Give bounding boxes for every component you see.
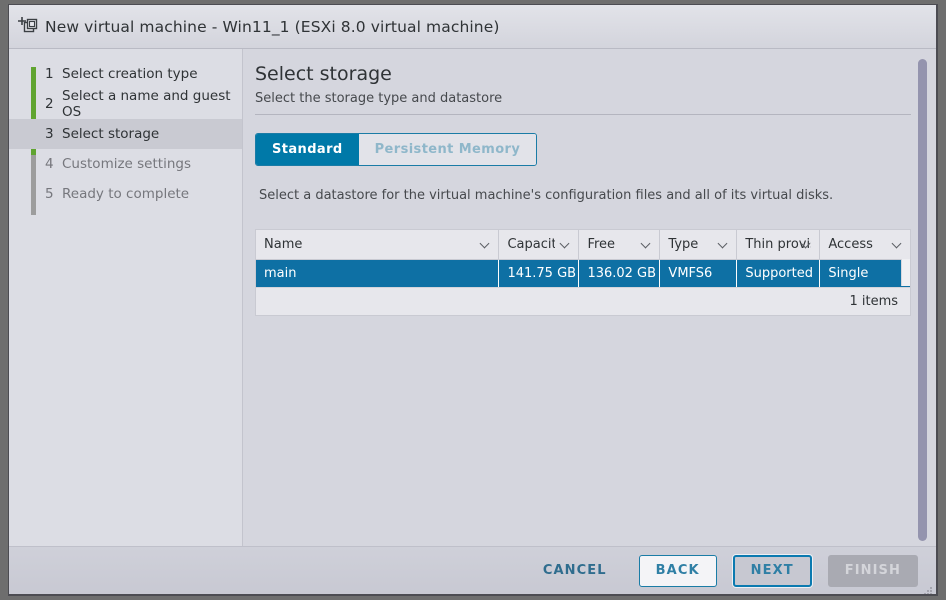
table-vertical-scrollbar[interactable] [901,259,910,286]
cancel-button[interactable]: CANCEL [527,555,623,587]
step-label: Customize settings [62,156,191,172]
dialog-body: 1 Select creation type 2 Select a name a… [9,49,936,546]
column-header-thin-provisioning[interactable]: Thin provisio [736,230,821,260]
storage-type-toggle-group: Standard Persistent Memory [255,133,538,166]
new-virtual-machine-icon [15,15,41,39]
dialog-title-bar: New virtual machine - Win11_1 (ESXi 8.0 … [9,5,936,49]
cell-name: main [256,259,500,287]
tab-persistent-memory: Persistent Memory [358,134,537,165]
column-label: Access [828,236,873,252]
cell-free: 136.02 GB [578,259,661,287]
page-title: Select storage [255,63,392,85]
step-label: Select creation type [62,66,198,82]
column-label: Name [264,236,303,252]
item-count: 1 items [849,294,898,309]
step-number: 3 [45,126,54,142]
chevron-down-icon[interactable] [719,240,728,249]
column-label: Capacity [507,236,555,252]
wizard-content-panel: Select storage Select the storage type a… [243,49,936,546]
cell-access: Single [819,259,910,287]
sidebar-item-customize-settings[interactable]: 4 Customize settings [9,149,242,179]
step-number: 1 [45,66,54,82]
cell-capacity: 141.75 GB [498,259,580,287]
sidebar-item-select-name-and-guest-os[interactable]: 2 Select a name and guest OS [9,88,242,120]
back-button[interactable]: BACK [638,554,717,587]
page-subtitle: Select the storage type and datastore [255,91,503,106]
wizard-steps-sidebar: 1 Select creation type 2 Select a name a… [9,49,243,546]
column-label: Type [668,236,699,252]
step-number: 4 [45,156,54,172]
wizard-step-list: 1 Select creation type 2 Select a name a… [9,59,242,209]
sidebar-item-select-creation-type[interactable]: 1 Select creation type [9,59,242,89]
column-header-name[interactable]: Name [256,230,500,260]
column-header-free[interactable]: Free [578,230,661,260]
chevron-down-icon[interactable] [642,240,651,249]
column-header-type[interactable]: Type [659,230,738,260]
table-row[interactable]: main 141.75 GB 136.02 GB VMFS6 Supported… [256,259,910,287]
datastore-helper-text: Select a datastore for the virtual machi… [259,188,834,203]
table-header-row: Name Capacity [256,230,910,260]
tab-standard[interactable]: Standard [256,134,359,165]
scrollbar-thumb[interactable] [918,59,927,541]
cell-thin-provisioning: Supported [736,259,821,287]
new-virtual-machine-dialog: New virtual machine - Win11_1 (ESXi 8.0 … [8,4,938,596]
cell-type: VMFS6 [659,259,738,287]
column-label: Free [587,236,616,252]
dialog-footer: CANCEL BACK NEXT FINISH [9,546,936,594]
datastore-table: Name Capacity [255,229,911,316]
chevron-down-icon[interactable] [802,240,811,249]
chevron-down-icon[interactable] [481,240,490,249]
sidebar-item-select-storage[interactable]: 3 Select storage [9,119,242,149]
sidebar-item-ready-to-complete[interactable]: 5 Ready to complete [9,179,242,209]
chevron-down-icon[interactable] [893,240,902,249]
dialog-title: New virtual machine - Win11_1 (ESXi 8.0 … [45,17,500,36]
column-header-access[interactable]: Access [819,230,910,260]
step-number: 5 [45,186,54,202]
step-label: Select a name and guest OS [62,88,231,120]
table-footer: 1 items [256,287,910,315]
step-label: Ready to complete [62,186,190,202]
header-divider [255,114,911,115]
next-button[interactable]: NEXT [732,554,812,587]
step-number: 2 [45,96,54,112]
content-vertical-scrollbar[interactable] [918,59,927,541]
column-header-capacity[interactable]: Capacity [498,230,580,260]
step-label: Select storage [62,126,160,142]
finish-button: FINISH [827,554,918,587]
resize-grip-icon[interactable] [923,581,933,594]
chevron-down-icon[interactable] [561,240,570,249]
